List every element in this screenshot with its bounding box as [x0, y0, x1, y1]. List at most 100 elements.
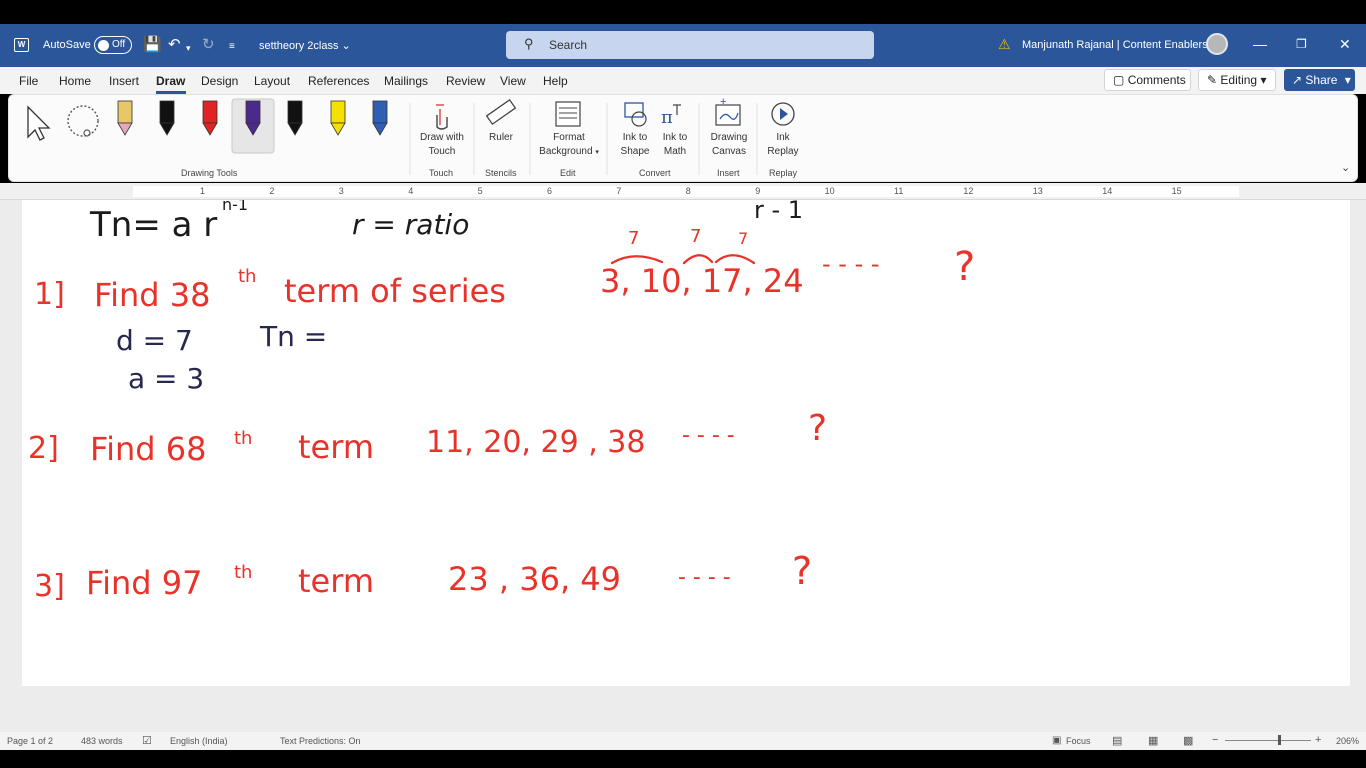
comments-button[interactable]: ▢ Comments: [1104, 69, 1191, 91]
tab-draw[interactable]: Draw: [156, 74, 185, 88]
toggle-knob: [98, 40, 109, 51]
pen-6-icon[interactable]: [330, 100, 346, 136]
status-bar: Page 1 of 2 483 words ☑ English (India) …: [0, 732, 1366, 750]
pen-7-icon[interactable]: [372, 100, 388, 136]
pen-1-icon[interactable]: [117, 100, 133, 136]
ruler-number: 9: [755, 186, 761, 196]
q2-series: 11, 20, 29 , 38: [426, 425, 645, 460]
ribbon-tabs: File Home Insert Draw Design Layout Refe…: [0, 67, 1366, 94]
draw-with-touch-line2: Touch: [428, 146, 456, 157]
minimize-icon[interactable]: —: [1253, 36, 1267, 52]
q2-term: term: [298, 428, 374, 466]
pen-4-icon[interactable]: [231, 98, 275, 154]
undo-icon[interactable]: ↶: [168, 36, 181, 54]
tab-review[interactable]: Review: [446, 74, 485, 88]
ink-to-shape-button[interactable]: Ink to Shape: [615, 131, 655, 159]
zoom-slider[interactable]: [1225, 740, 1311, 741]
ruler-icon[interactable]: [485, 98, 517, 126]
ruler-number: 4: [408, 186, 414, 196]
customize-toolbar-icon[interactable]: ≡: [229, 38, 235, 56]
group-stencils: Stencils: [485, 168, 517, 178]
document-name[interactable]: settheory 2class ⌄: [259, 39, 351, 52]
warning-icon[interactable]: ⚠: [998, 36, 1011, 53]
restore-icon[interactable]: ❐: [1296, 37, 1307, 51]
language[interactable]: English (India): [170, 736, 228, 746]
read-mode-icon[interactable]: ▤: [1112, 734, 1122, 747]
q1-tn-equals: Tn =: [259, 320, 327, 353]
horizontal-ruler[interactable]: 1 2 3 4 5 6 7 8 9 10 11 12 13 14 15: [0, 183, 1366, 200]
close-icon[interactable]: ✕: [1339, 36, 1351, 53]
format-background-button[interactable]: Format Background ▾: [536, 131, 602, 160]
group-edit: Edit: [560, 168, 576, 178]
ink-to-math-line1: Ink to: [662, 132, 688, 143]
document-name-text: settheory 2class: [259, 40, 339, 52]
ruler-number: 10: [824, 186, 835, 196]
draw-with-touch-button[interactable]: Draw with Touch: [413, 131, 471, 159]
tab-home[interactable]: Home: [59, 74, 91, 88]
tab-references[interactable]: References: [308, 74, 369, 88]
save-icon[interactable]: 💾: [143, 36, 162, 54]
pen-5-icon[interactable]: [287, 100, 303, 136]
search-icon: ⚲: [524, 36, 534, 51]
ruler-label: Ruler: [489, 132, 513, 143]
lasso-select-icon[interactable]: [67, 105, 99, 137]
q1-diff-1: 7: [628, 228, 639, 249]
redo-icon[interactable]: ↻: [202, 36, 215, 54]
zoom-slider-thumb[interactable]: [1278, 735, 1281, 745]
print-layout-icon[interactable]: ▦: [1148, 734, 1158, 747]
tab-file[interactable]: File: [19, 74, 38, 88]
svg-text:+: +: [720, 96, 726, 108]
ink-to-math-icon[interactable]: π: [661, 104, 681, 128]
drawing-canvas-button[interactable]: Drawing Canvas: [705, 131, 753, 159]
text-predictions[interactable]: Text Predictions: On: [280, 736, 361, 746]
document-page[interactable]: Tn= a r n-1 r = ratio r - 1 1] Find 38 t…: [22, 200, 1350, 686]
format-background-icon[interactable]: [555, 101, 581, 127]
ink-to-math-line2: Math: [663, 146, 687, 157]
drawing-canvas-icon[interactable]: +: [715, 96, 741, 126]
q2-number: 2]: [28, 431, 59, 466]
page-count[interactable]: Page 1 of 2: [7, 736, 53, 746]
pen-3-icon[interactable]: [202, 100, 218, 136]
editing-label: Editing: [1220, 73, 1258, 87]
editing-mode-button[interactable]: ✎ Editing ▾: [1198, 69, 1276, 91]
ink-replay-line2: Replay: [767, 146, 799, 157]
ink-to-shape-line2: Shape: [620, 146, 650, 157]
drawing-canvas-line1: Drawing: [710, 132, 748, 143]
tab-insert[interactable]: Insert: [109, 74, 139, 88]
proofing-icon[interactable]: ☑: [142, 734, 152, 747]
ink-to-shape-icon[interactable]: [624, 102, 647, 127]
tab-view[interactable]: View: [500, 74, 526, 88]
q3-term: term: [298, 562, 374, 600]
ink-replay-button[interactable]: Ink Replay: [763, 131, 803, 159]
avatar[interactable]: [1206, 33, 1228, 55]
collapse-ribbon-icon[interactable]: ⌄: [1341, 161, 1350, 174]
tab-design[interactable]: Design: [201, 74, 238, 88]
zoom-in-icon[interactable]: +: [1315, 734, 1321, 746]
q1-superscript: th: [238, 266, 256, 287]
zoom-out-icon[interactable]: −: [1212, 734, 1218, 746]
ink-replay-icon[interactable]: [771, 102, 795, 126]
undo-dropdown-icon[interactable]: ▾: [186, 39, 191, 57]
tab-layout[interactable]: Layout: [254, 74, 290, 88]
focus-label[interactable]: Focus: [1066, 736, 1091, 746]
pen-2-icon[interactable]: [159, 100, 175, 136]
ink-to-math-button[interactable]: Ink to Math: [655, 131, 695, 159]
tab-mailings[interactable]: Mailings: [384, 74, 428, 88]
draw-with-touch-icon[interactable]: [436, 104, 448, 130]
word-count[interactable]: 483 words: [81, 736, 123, 746]
focus-icon[interactable]: ▣: [1052, 735, 1061, 746]
user-name[interactable]: Manjunath Rajanal | Content Enablers: [1022, 39, 1208, 51]
share-button[interactable]: ↗ Share ▾: [1284, 69, 1355, 91]
ink-replay-line1: Ink: [776, 132, 790, 143]
tab-help[interactable]: Help: [543, 74, 568, 88]
search-box[interactable]: ⚲ Search: [506, 31, 874, 59]
zoom-level[interactable]: 206%: [1336, 736, 1359, 746]
autosave-toggle[interactable]: Off: [94, 36, 132, 54]
ruler-number: 3: [338, 186, 344, 196]
ruler-button[interactable]: Ruler: [479, 131, 523, 145]
svg-text:π: π: [661, 107, 673, 128]
web-layout-icon[interactable]: ▩: [1183, 734, 1193, 747]
q2-superscript: th: [234, 428, 252, 449]
ruler-number: 7: [616, 186, 622, 196]
select-cursor-icon[interactable]: [27, 105, 51, 141]
